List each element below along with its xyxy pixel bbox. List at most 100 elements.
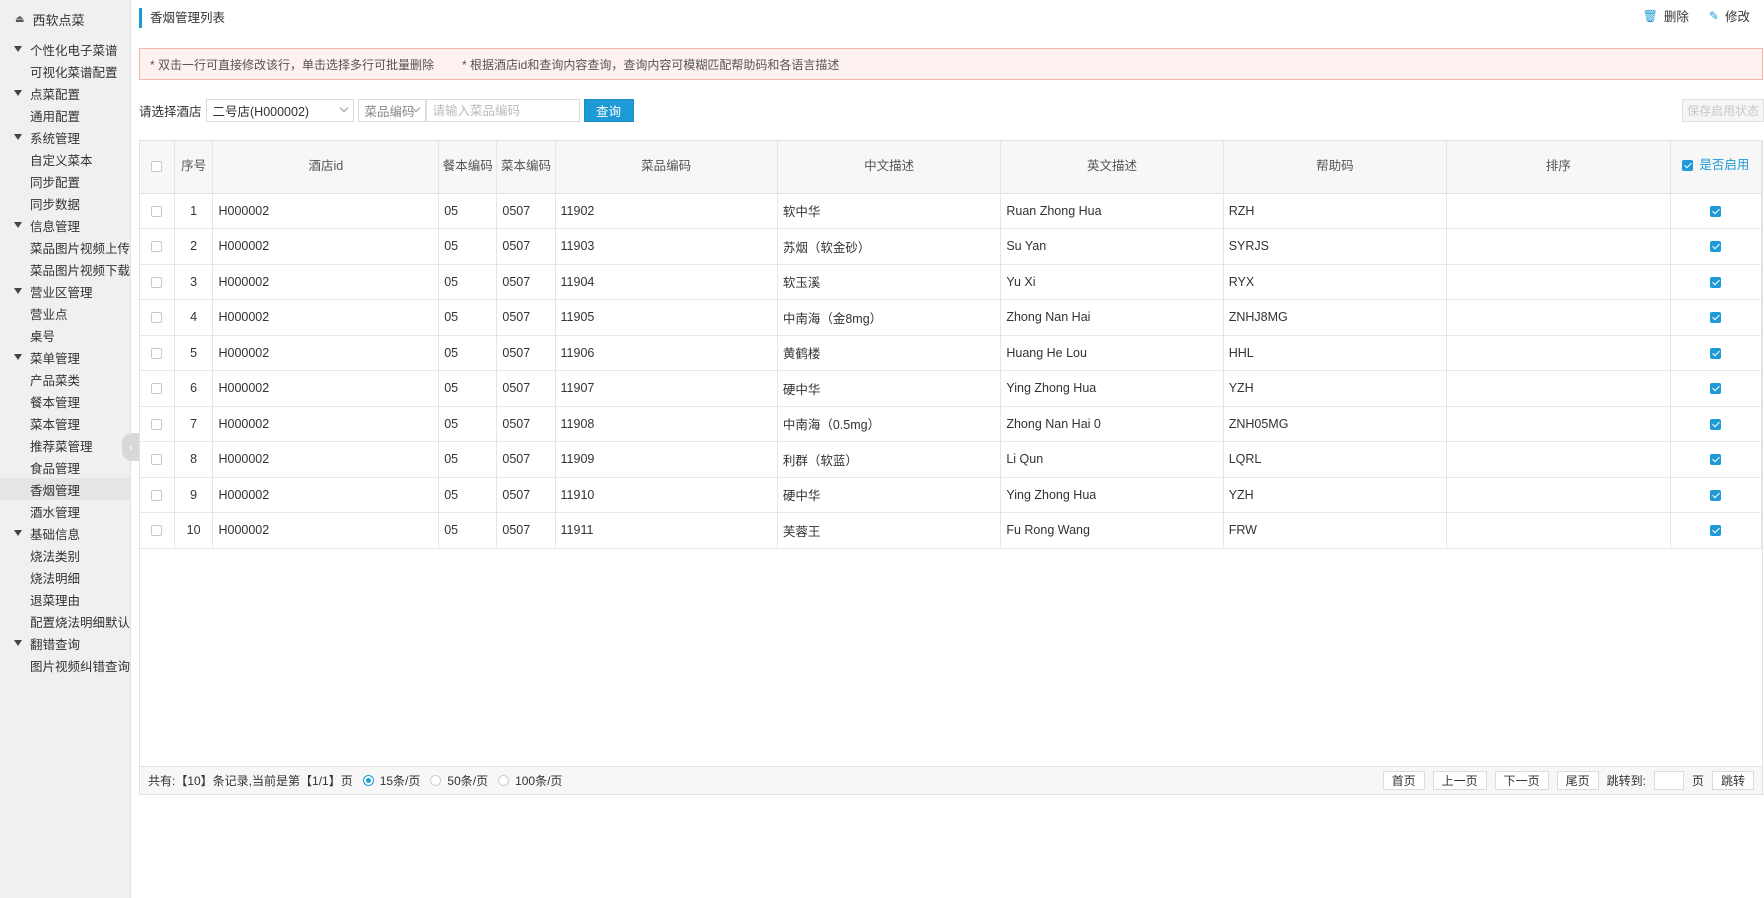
sidebar-brand[interactable]: ⏏ 西软点菜: [0, 0, 130, 38]
sidebar-item[interactable]: 可视化菜谱配置: [0, 60, 130, 82]
row-checkbox[interactable]: [151, 205, 163, 217]
enabled-cell[interactable]: [1670, 335, 1763, 371]
table-row[interactable]: 2 H000002 05 0507 11903 苏烟（软金砂） Su Yan SYRJS: [140, 228, 1763, 265]
sidebar-item[interactable]: 同步配置: [0, 170, 130, 192]
sidebar-item[interactable]: 菜品图片视频下载: [0, 258, 130, 280]
jump-page-input[interactable]: [1653, 771, 1684, 790]
enabled-checkbox[interactable]: [1710, 205, 1722, 217]
enabled-cell[interactable]: [1670, 441, 1763, 478]
enabled-checkbox[interactable]: [1710, 347, 1722, 359]
menu-group-0[interactable]: 个性化电子菜谱: [0, 38, 130, 60]
enabled-cell[interactable]: [1670, 299, 1763, 336]
row-checkbox[interactable]: [151, 312, 163, 324]
col-cn-desc[interactable]: 中文描述: [777, 141, 1002, 194]
row-checkbox[interactable]: [151, 525, 163, 537]
next-page-button[interactable]: 下一页: [1494, 771, 1549, 790]
menu-group-3[interactable]: 信息管理: [0, 214, 130, 236]
first-page-button[interactable]: 首页: [1382, 771, 1425, 790]
prev-page-button[interactable]: 上一页: [1432, 771, 1487, 790]
col-menu-code[interactable]: 餐本编码: [438, 141, 498, 194]
sidebar-item[interactable]: 菜本管理: [0, 412, 130, 434]
page-size-100-label[interactable]: 100条/页: [515, 772, 562, 789]
jump-button[interactable]: 跳转: [1711, 771, 1754, 790]
col-sort[interactable]: 排序: [1446, 141, 1671, 194]
col-en-desc[interactable]: 英文描述: [1000, 141, 1224, 194]
sidebar-item[interactable]: 通用配置: [0, 104, 130, 126]
row-select-cell[interactable]: [140, 370, 175, 407]
menu-group-4[interactable]: 营业区管理: [0, 280, 130, 302]
enabled-checkbox[interactable]: [1710, 418, 1722, 430]
sidebar-item[interactable]: 自定义菜本: [0, 148, 130, 170]
dish-code-input[interactable]: [425, 99, 580, 122]
enabled-cell[interactable]: [1670, 228, 1763, 265]
table-row[interactable]: 3 H000002 05 0507 11904 软玉溪 Yu Xi RYX: [140, 264, 1763, 300]
menu-group-7[interactable]: 翻错查询: [0, 632, 130, 654]
row-checkbox[interactable]: [151, 383, 163, 395]
select-all-checkbox[interactable]: [151, 161, 163, 173]
col-enabled[interactable]: 是否启用: [1670, 141, 1763, 194]
row-select-cell[interactable]: [140, 335, 175, 371]
table-row[interactable]: 10 H000002 05 0507 11911 芙蓉王 Fu Rong Wang FRW: [140, 512, 1763, 549]
enabled-all-checkbox[interactable]: [1682, 160, 1694, 172]
menu-group-6[interactable]: 基础信息: [0, 522, 130, 544]
table-row[interactable]: 9 H000002 05 0507 11910 硬中华 Ying Zhong Hua YZH: [140, 477, 1763, 513]
table-row[interactable]: 4 H000002 05 0507 11905 中南海（金8mg） Zhong Nan Ha…: [140, 299, 1763, 336]
row-select-cell[interactable]: [140, 228, 175, 265]
col-hotel-id[interactable]: 酒店id: [212, 141, 440, 194]
menu-group-2[interactable]: 系统管理: [0, 126, 130, 148]
enabled-cell[interactable]: [1670, 370, 1763, 407]
sidebar-item[interactable]: 食品管理: [0, 456, 130, 478]
enabled-cell[interactable]: [1670, 406, 1763, 442]
row-checkbox[interactable]: [151, 347, 163, 359]
page-size-50-radio[interactable]: [430, 775, 442, 786]
col-book-code[interactable]: 菜本编码: [496, 141, 556, 194]
row-checkbox[interactable]: [151, 489, 163, 501]
table-row[interactable]: 5 H000002 05 0507 11906 黄鹤楼 Huang He Lou HHL: [140, 335, 1763, 371]
hotel-select[interactable]: 二号店(H000002): [205, 99, 354, 122]
sidebar-item[interactable]: 烧法明细: [0, 566, 130, 588]
enabled-cell[interactable]: [1670, 512, 1763, 549]
sidebar-item[interactable]: 烧法类别: [0, 544, 130, 566]
sidebar-item[interactable]: 同步数据: [0, 192, 130, 214]
sidebar-item[interactable]: 菜品图片视频上传: [0, 236, 130, 258]
row-checkbox[interactable]: [151, 418, 163, 430]
enabled-cell[interactable]: [1670, 193, 1763, 229]
sidebar-item[interactable]: 配置烧法明细默认信: [0, 610, 130, 632]
menu-group-1[interactable]: 点菜配置: [0, 82, 130, 104]
edit-button[interactable]: ✎ 修改: [1709, 6, 1750, 25]
col-dish-code[interactable]: 菜品编码: [555, 141, 778, 194]
page-size-15-label[interactable]: 15条/页: [380, 772, 421, 789]
select-all-cell[interactable]: [140, 141, 175, 194]
row-select-cell[interactable]: [140, 441, 175, 478]
sidebar-item[interactable]: 营业点: [0, 302, 130, 324]
sidebar-item[interactable]: 桌号: [0, 324, 130, 346]
row-checkbox[interactable]: [151, 241, 163, 253]
table-row[interactable]: 8 H000002 05 0507 11909 利群（软蓝） Li Qun LQRL: [140, 441, 1763, 478]
table-row[interactable]: 1 H000002 05 0507 11902 软中华 Ruan Zhong Hua RZH: [140, 193, 1763, 229]
sidebar-item[interactable]: 产品菜类: [0, 368, 130, 390]
sidebar-item[interactable]: 香烟管理: [0, 478, 130, 500]
page-size-50-label[interactable]: 50条/页: [447, 772, 488, 789]
row-select-cell[interactable]: [140, 477, 175, 513]
row-select-cell[interactable]: [140, 193, 175, 229]
sidebar-item[interactable]: 推荐菜管理: [0, 434, 130, 456]
row-select-cell[interactable]: [140, 512, 175, 549]
enabled-checkbox[interactable]: [1710, 454, 1722, 466]
row-checkbox[interactable]: [151, 454, 163, 466]
enabled-checkbox[interactable]: [1710, 241, 1722, 253]
row-select-cell[interactable]: [140, 299, 175, 336]
enabled-checkbox[interactable]: [1710, 276, 1722, 288]
enabled-cell[interactable]: [1670, 477, 1763, 513]
col-help-code[interactable]: 帮助码: [1223, 141, 1448, 194]
sidebar-collapse-handle[interactable]: ‹: [122, 433, 140, 461]
sidebar-item[interactable]: 酒水管理: [0, 500, 130, 522]
enabled-checkbox[interactable]: [1710, 489, 1722, 501]
enabled-checkbox[interactable]: [1710, 312, 1722, 324]
sidebar-item[interactable]: 餐本管理: [0, 390, 130, 412]
last-page-button[interactable]: 尾页: [1556, 771, 1599, 790]
sidebar-item[interactable]: 图片视频纠错查询: [0, 654, 130, 676]
sidebar-item[interactable]: 退菜理由: [0, 588, 130, 610]
page-size-100-radio[interactable]: [498, 775, 510, 786]
table-row[interactable]: 7 H000002 05 0507 11908 中南海（0.5mg） Zhong Nan H…: [140, 406, 1763, 442]
row-select-cell[interactable]: [140, 264, 175, 300]
